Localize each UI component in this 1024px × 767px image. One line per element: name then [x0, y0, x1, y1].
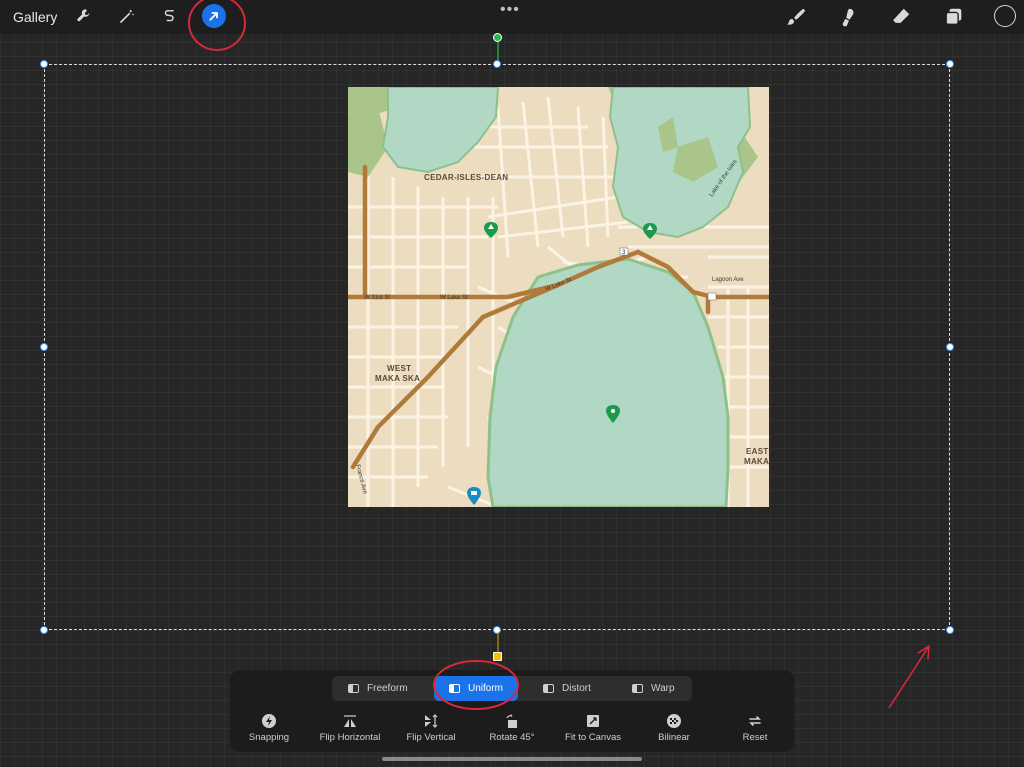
brush-icon[interactable] [784, 6, 808, 28]
mode-warp-button[interactable]: Warp [632, 676, 692, 701]
reset-label: Reset [742, 732, 768, 743]
wrench-icon[interactable] [73, 5, 95, 27]
mode-freeform-label: Freeform [367, 683, 408, 694]
rotation-handle[interactable] [493, 33, 502, 42]
mode-warp-label: Warp [651, 683, 675, 694]
freeform-icon [348, 684, 359, 693]
mode-freeform-button[interactable]: Freeform [348, 676, 428, 701]
annotation-arrow [888, 645, 930, 709]
bilinear-button[interactable]: Bilinear [629, 713, 719, 743]
label-wlake-1: W Lake St [440, 295, 468, 301]
rotate-45-label: Rotate 45° [489, 732, 535, 743]
lightning-icon [262, 714, 276, 728]
color-circle-icon[interactable] [994, 5, 1016, 27]
warp-icon [632, 684, 643, 693]
flip-vertical-label: Flip Vertical [406, 732, 456, 743]
mode-distort-button[interactable]: Distort [543, 676, 613, 701]
bilinear-icon [667, 714, 681, 728]
edge-handle-top[interactable] [493, 60, 501, 68]
selection-s-icon[interactable] [159, 5, 181, 27]
flip-horizontal-label: Flip Horizontal [319, 732, 381, 743]
reset-button[interactable]: Reset [710, 713, 800, 743]
fit-canvas-icon [587, 715, 599, 727]
flip-horizontal-icon [344, 715, 356, 727]
edge-handle-left[interactable] [40, 343, 48, 351]
edge-handle-right[interactable] [946, 343, 954, 351]
corner-handle-top-left[interactable] [40, 60, 48, 68]
reset-icon [749, 716, 761, 726]
distort-icon [543, 684, 554, 693]
magic-wand-icon[interactable] [116, 5, 138, 27]
corner-handle-top-right[interactable] [946, 60, 954, 68]
route-shield [707, 292, 717, 301]
eraser-icon[interactable] [889, 6, 913, 28]
flip-vertical-button[interactable]: Flip Vertical [386, 713, 476, 743]
label-maka-ska: MAKA SKA [375, 374, 420, 383]
label-cedar-isles: CEDAR-ISLES-DEAN [424, 173, 508, 182]
label-west: WEST [387, 364, 411, 373]
fit-to-canvas-label: Fit to Canvas [565, 732, 621, 743]
mode-uniform-button[interactable]: Uniform [434, 676, 518, 701]
smudge-icon[interactable] [836, 6, 860, 28]
gallery-button[interactable]: Gallery [13, 9, 57, 25]
map-image[interactable]: CEDAR-ISLES-DEAN WEST MAKA SKA EAST MAKA… [348, 87, 769, 507]
layers-icon[interactable] [942, 6, 966, 28]
label-lagoon: Lagoon Ave [712, 277, 744, 283]
snapping-label: Snapping [248, 732, 290, 743]
uniform-icon [448, 684, 460, 693]
mode-uniform-label: Uniform [467, 683, 503, 694]
mode-distort-label: Distort [562, 683, 591, 694]
rotate-45-button[interactable]: Rotate 45° [467, 713, 557, 743]
label-east: EAST [746, 447, 769, 456]
flip-horizontal-button[interactable]: Flip Horizontal [305, 713, 395, 743]
corner-handle-bottom-right[interactable] [946, 626, 954, 634]
label-w31st: W 31st St [364, 295, 390, 301]
corner-handle-bottom-left[interactable] [40, 626, 48, 634]
label-maka: MAKA [744, 457, 769, 466]
pivot-handle[interactable] [493, 652, 502, 661]
snapping-button[interactable]: Snapping [224, 713, 314, 743]
transform-arrow-icon[interactable] [202, 4, 226, 28]
flip-vertical-icon [425, 714, 438, 728]
home-indicator [382, 757, 642, 761]
bilinear-label: Bilinear [658, 732, 690, 743]
fit-to-canvas-button[interactable]: Fit to Canvas [548, 713, 638, 743]
rotate-icon [506, 714, 517, 728]
more-options-dots[interactable]: ••• [500, 1, 520, 19]
